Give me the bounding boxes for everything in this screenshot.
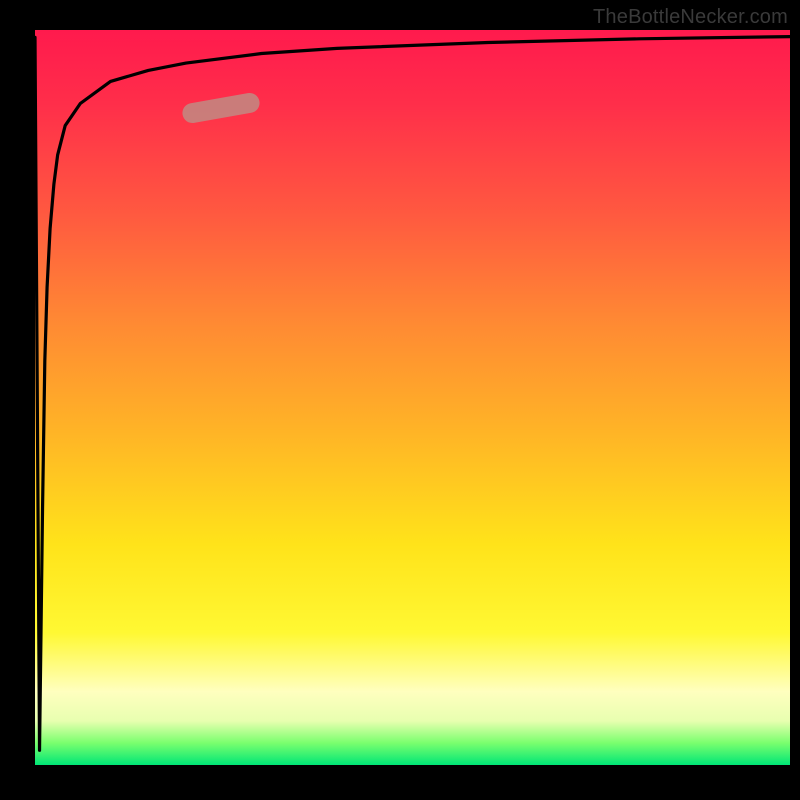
bottleneck-curve-path [35,37,790,751]
chart-canvas: TheBottleNecker.com [0,0,800,800]
attribution-label: TheBottleNecker.com [593,6,788,29]
plot-area [35,30,790,765]
curve-layer [35,30,790,765]
highlight-segment [181,91,261,124]
